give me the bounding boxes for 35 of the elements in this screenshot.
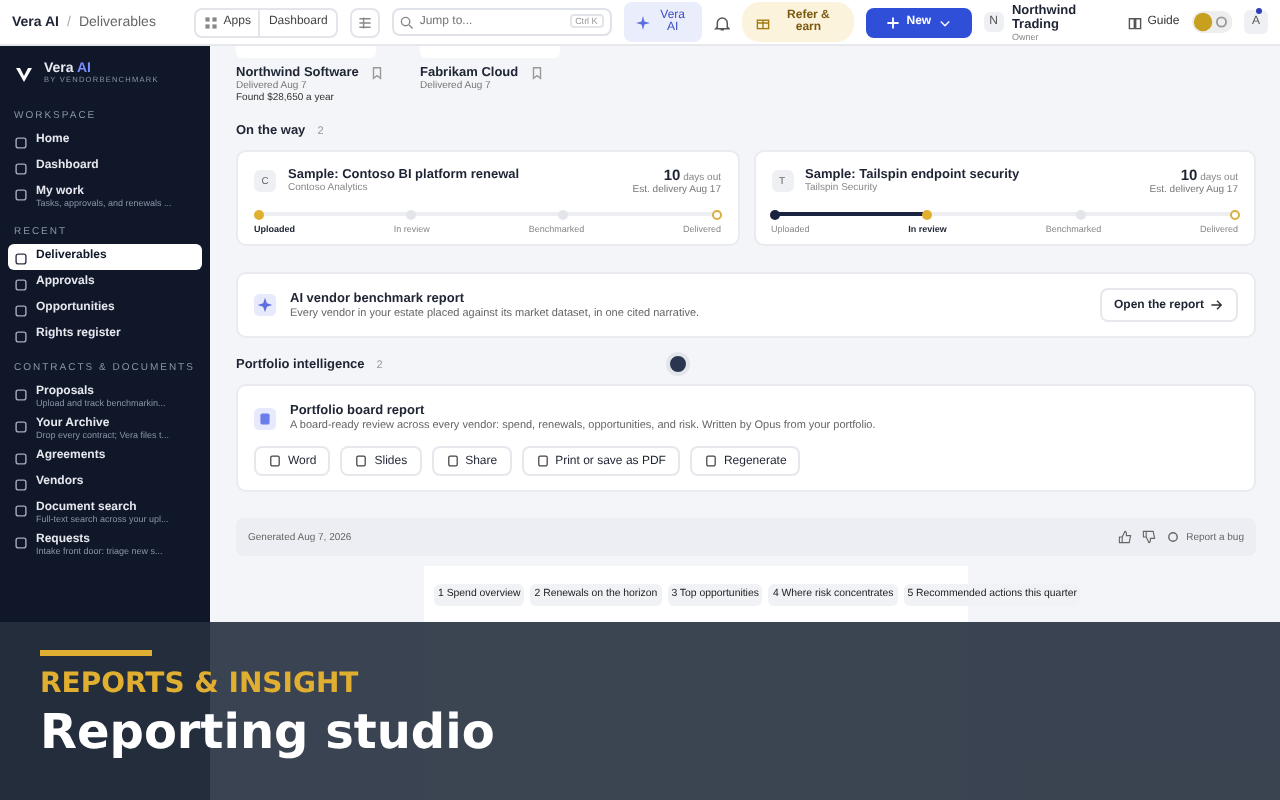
square-icon: [14, 329, 28, 343]
square-icon: [14, 161, 28, 175]
sparkle-icon: [635, 15, 650, 29]
banner-kicker: REPORTS & INSIGHT: [40, 668, 359, 700]
square-icon: [14, 535, 28, 549]
layout-button[interactable]: [349, 7, 380, 37]
square-icon: [14, 135, 28, 149]
bookmark-icon[interactable]: [530, 66, 545, 80]
notification-dot: [1256, 8, 1262, 14]
theme-toggle-icon[interactable]: [1191, 10, 1232, 34]
square-icon: [14, 387, 28, 401]
chevron-down-icon: [937, 15, 952, 29]
thumbs-down-icon[interactable]: [1142, 530, 1157, 544]
book-icon: [1127, 15, 1142, 29]
plus-icon: [886, 15, 901, 29]
banner-title: Reporting studio: [40, 704, 497, 760]
square-icon: [14, 187, 28, 201]
square-icon: [14, 503, 28, 517]
square-icon: [14, 303, 28, 317]
search-icon: [399, 16, 414, 30]
bookmark-icon[interactable]: [370, 66, 385, 80]
square-icon: [14, 277, 28, 291]
cursor-dot-icon: [666, 352, 690, 376]
square-icon: [14, 477, 28, 491]
bell-icon[interactable]: [713, 13, 731, 31]
sparkle-icon: [254, 294, 276, 316]
arrow-right-icon: [1210, 298, 1224, 312]
grid-icon: [203, 15, 218, 29]
table-icon: [357, 15, 372, 29]
accent-rule: [40, 650, 152, 656]
thumbs-up-icon[interactable]: [1118, 530, 1133, 544]
v-logo-icon: [14, 63, 34, 83]
square-icon: [14, 251, 28, 265]
square-icon: [14, 419, 28, 433]
square-icon: [14, 451, 28, 465]
